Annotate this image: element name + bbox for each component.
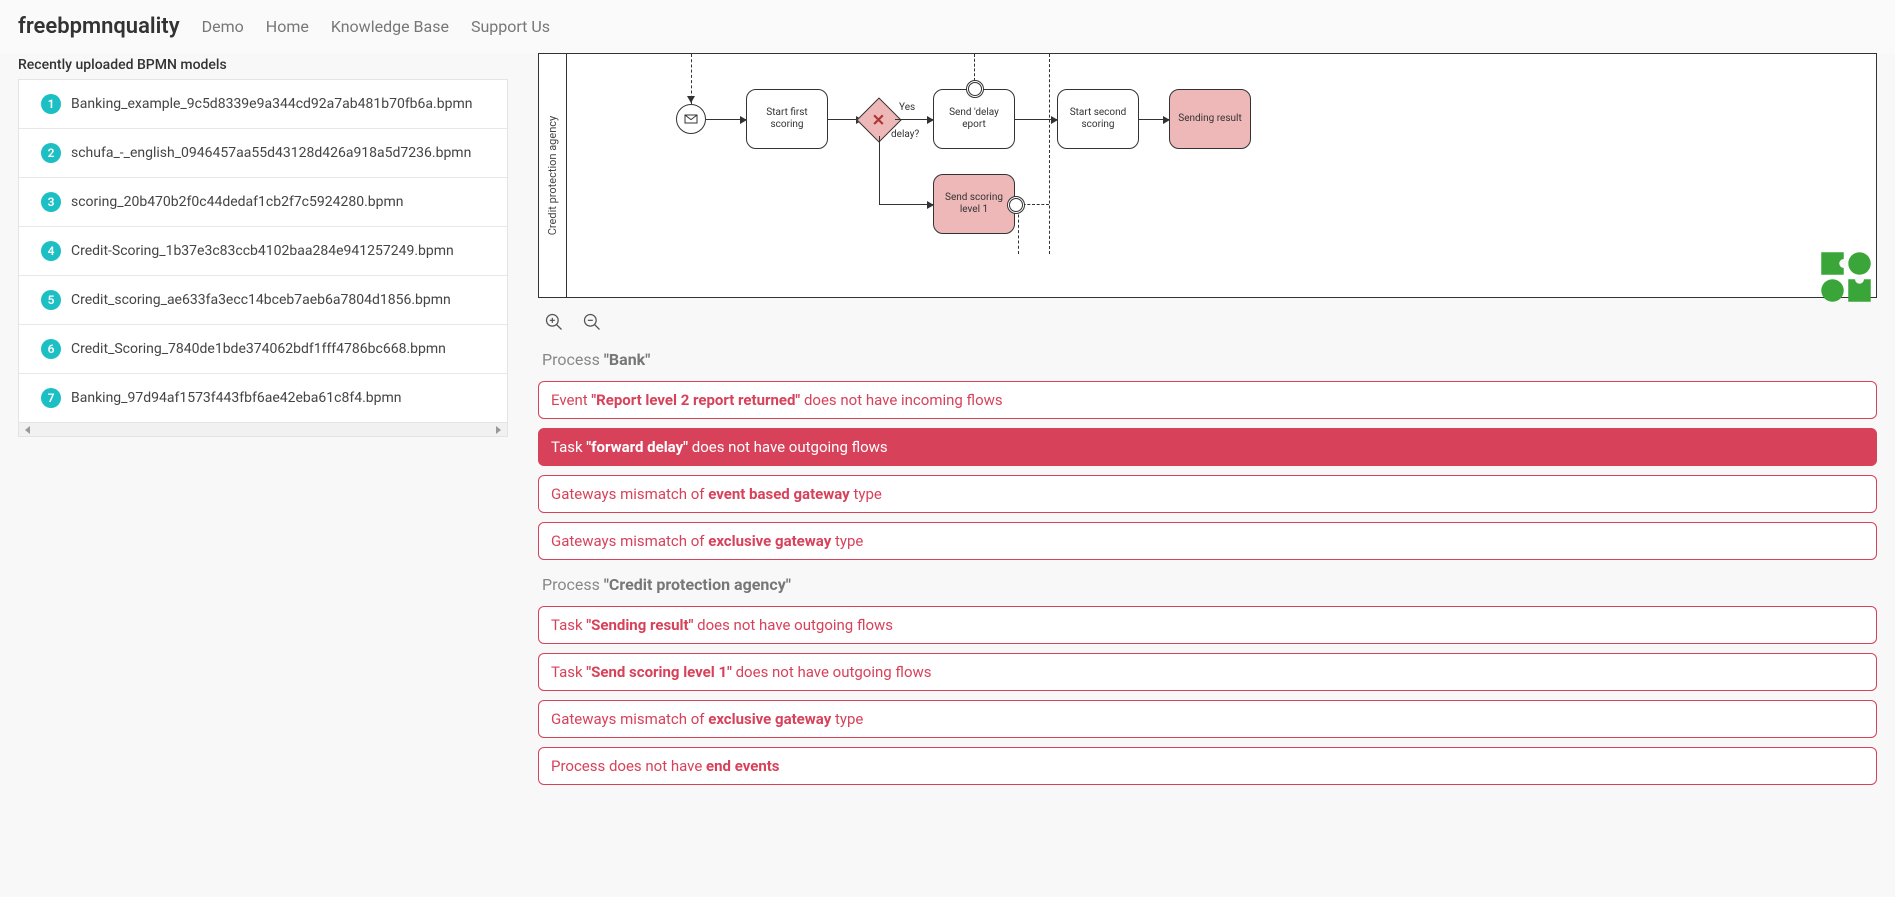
model-filename: schufa_-_english_0946457aa55d43128d426a9… bbox=[71, 145, 471, 161]
issue-item[interactable]: Gateways mismatch of exclusive gateway t… bbox=[538, 522, 1877, 560]
sequence-flow bbox=[706, 119, 746, 120]
pool-header: Credit protection agency bbox=[539, 54, 567, 297]
task-start-first-scoring: Start first scoring bbox=[746, 89, 828, 149]
zoom-out-icon bbox=[582, 312, 602, 332]
task-send-delay-report: Send 'delay eport bbox=[933, 89, 1015, 149]
sequence-flow bbox=[879, 136, 880, 204]
issue-item[interactable]: Event "Report level 2 report returned" d… bbox=[538, 381, 1877, 419]
start-event bbox=[676, 104, 706, 134]
issue-item[interactable]: Task "Send scoring level 1" does not hav… bbox=[538, 653, 1877, 691]
brand-title: freebpmnquality bbox=[18, 14, 180, 39]
process-header-bank: Process "Bank" bbox=[538, 344, 1877, 381]
model-filename: Banking_97d94af1573f443fbf6ae42eba61c8f4… bbox=[71, 390, 402, 406]
item-number: 2 bbox=[41, 143, 61, 163]
horizontal-scrollbar[interactable] bbox=[18, 423, 508, 437]
model-item[interactable]: 7 Banking_97d94af1573f443fbf6ae42eba61c8f… bbox=[19, 374, 507, 422]
message-flow bbox=[974, 54, 975, 81]
task-sending-result: Sending result bbox=[1169, 89, 1251, 149]
issue-item[interactable]: Task "Sending result" does not have outg… bbox=[538, 606, 1877, 644]
item-number: 6 bbox=[41, 339, 61, 359]
model-filename: Credit-Scoring_1b37e3c83ccb4102baa284e94… bbox=[71, 243, 454, 259]
zoom-out-button[interactable] bbox=[582, 312, 602, 332]
nav-home[interactable]: Home bbox=[266, 17, 309, 36]
nav-support-us[interactable]: Support Us bbox=[471, 17, 550, 36]
item-number: 5 bbox=[41, 290, 61, 310]
item-number: 3 bbox=[41, 192, 61, 212]
sidebar: Recently uploaded BPMN models 1 Banking_e… bbox=[18, 53, 508, 794]
model-filename: Banking_example_9c5d8339e9a344cd92a7ab48… bbox=[71, 96, 472, 112]
model-item[interactable]: 6 Credit_Scoring_7840de1bde374062bdf1fff4… bbox=[19, 325, 507, 374]
model-item[interactable]: 1 Banking_example_9c5d8339e9a344cd92a7ab4… bbox=[19, 80, 507, 129]
puzzle-icon bbox=[1819, 250, 1873, 304]
intermediate-event bbox=[966, 80, 984, 98]
issue-item[interactable]: Gateways mismatch of event based gateway… bbox=[538, 475, 1877, 513]
puzzle-badge[interactable] bbox=[1819, 250, 1873, 304]
zoom-in-icon bbox=[544, 312, 564, 332]
gateway-label-yes: Yes bbox=[899, 102, 915, 113]
zoom-controls bbox=[538, 308, 1877, 344]
model-filename: Credit_scoring_ae633fa3ecc14bceb7aeb6a78… bbox=[71, 292, 451, 308]
message-flow bbox=[1049, 54, 1050, 254]
envelope-icon bbox=[683, 111, 699, 127]
model-item[interactable]: 2 schufa_-_english_0946457aa55d43128d426a… bbox=[19, 129, 507, 178]
sequence-flow bbox=[895, 119, 933, 120]
task-send-scoring-level-1: Send scoring level 1 bbox=[933, 174, 1015, 234]
model-item[interactable]: 5 Credit_scoring_ae633fa3ecc14bceb7aeb6a7… bbox=[19, 276, 507, 325]
issue-item[interactable]: Task "forward delay" does not have outgo… bbox=[538, 428, 1877, 466]
bpmn-diagram[interactable]: Credit protection agency Start first sco… bbox=[538, 53, 1877, 298]
item-number: 7 bbox=[41, 388, 61, 408]
nav-demo[interactable]: Demo bbox=[202, 17, 244, 36]
sequence-flow bbox=[1139, 119, 1169, 120]
pool-label: Credit protection agency bbox=[546, 116, 559, 235]
zoom-in-button[interactable] bbox=[544, 312, 564, 332]
intermediate-event bbox=[1007, 196, 1025, 214]
gateway-label-delay: delay? bbox=[891, 129, 919, 140]
content-area: Credit protection agency Start first sco… bbox=[538, 53, 1877, 794]
x-icon: ✕ bbox=[872, 111, 885, 130]
header: freebpmnquality Demo Home Knowledge Base… bbox=[0, 0, 1895, 53]
issue-item[interactable]: Gateways mismatch of exclusive gateway t… bbox=[538, 700, 1877, 738]
model-item[interactable]: 3 scoring_20b470b2f0c44dedaf1cb2f7c592428… bbox=[19, 178, 507, 227]
issue-item[interactable]: Process does not have end events bbox=[538, 747, 1877, 785]
model-filename: scoring_20b470b2f0c44dedaf1cb2f7c5924280… bbox=[71, 194, 404, 210]
sidebar-title: Recently uploaded BPMN models bbox=[18, 53, 508, 79]
process-header-credit-agency: Process "Credit protection agency" bbox=[538, 569, 1877, 606]
model-list[interactable]: 1 Banking_example_9c5d8339e9a344cd92a7ab4… bbox=[18, 79, 508, 423]
nav-knowledge-base[interactable]: Knowledge Base bbox=[331, 17, 449, 36]
model-filename: Credit_Scoring_7840de1bde374062bdf1fff47… bbox=[71, 341, 446, 357]
sequence-flow bbox=[1015, 119, 1057, 120]
sequence-flow bbox=[879, 204, 933, 205]
msg-arrowhead bbox=[691, 54, 692, 102]
task-start-second-scoring: Start second scoring bbox=[1057, 89, 1139, 149]
item-number: 4 bbox=[41, 241, 61, 261]
item-number: 1 bbox=[41, 94, 61, 114]
model-item[interactable]: 4 Credit-Scoring_1b37e3c83ccb4102baa284e9… bbox=[19, 227, 507, 276]
